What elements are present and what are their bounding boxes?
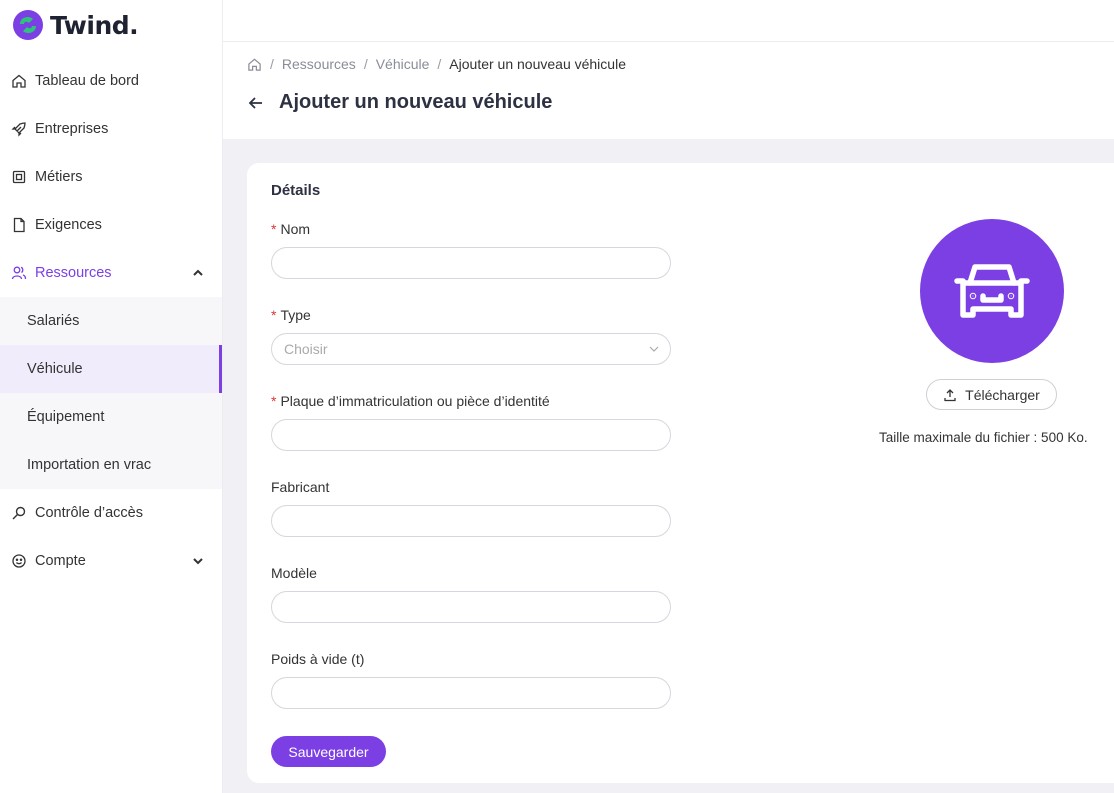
breadcrumb-current: Ajouter un nouveau véhicule bbox=[449, 56, 626, 72]
sidebar-item-metiers[interactable]: Métiers bbox=[0, 153, 222, 201]
sidebar-item-controle-acces[interactable]: Contrôle d’accès bbox=[0, 489, 222, 537]
field-label: * Type bbox=[271, 307, 311, 323]
field-label: Poids à vide (t) bbox=[271, 651, 365, 667]
home-icon[interactable] bbox=[247, 57, 262, 72]
sidebar-item-ressources[interactable]: Ressources bbox=[0, 249, 222, 297]
nom-input[interactable] bbox=[271, 247, 671, 279]
max-file-size-text: Taille maximale du fichier : 500 Ko. bbox=[879, 430, 1088, 445]
sidebar-subitem-label: Équipement bbox=[27, 409, 105, 425]
sidebar-item-label: Entreprises bbox=[35, 121, 109, 137]
fabricant-input[interactable] bbox=[271, 505, 671, 537]
sidebar-item-exigences[interactable]: Exigences bbox=[0, 201, 222, 249]
twind-logo-icon bbox=[13, 10, 43, 40]
upload-button-label: Télécharger bbox=[965, 386, 1040, 403]
field-poids: Poids à vide (t) bbox=[271, 651, 671, 709]
field-label: Modèle bbox=[271, 565, 317, 581]
field-type: * Type Choisir bbox=[271, 307, 671, 365]
main-content: Détails * Nom * Type Choisir * Plaque d’imm… bbox=[223, 139, 1114, 793]
car-icon bbox=[954, 264, 1030, 318]
sidebar-item-label: Exigences bbox=[35, 217, 102, 233]
breadcrumb-separator: / bbox=[363, 56, 368, 72]
sidebar-subitem-label: Salariés bbox=[27, 313, 80, 329]
sidebar-item-compte[interactable]: Compte bbox=[0, 537, 222, 585]
poids-input[interactable] bbox=[271, 677, 671, 709]
field-plaque: * Plaque d’immatriculation ou pièce d’ide… bbox=[271, 393, 671, 451]
smiley-icon bbox=[12, 554, 26, 568]
sidebar-item-label: Métiers bbox=[35, 169, 83, 185]
breadcrumb-vehicule[interactable]: Véhicule bbox=[376, 56, 430, 72]
rocket-icon bbox=[11, 122, 26, 137]
sidebar-subitem-importation-en-vrac[interactable]: Importation en vrac bbox=[0, 441, 222, 489]
breadcrumb-separator: / bbox=[270, 56, 274, 72]
sidebar-subitem-vehicule[interactable]: Véhicule bbox=[0, 345, 222, 393]
app-name: Twind. bbox=[50, 10, 139, 40]
users-icon bbox=[11, 266, 27, 280]
title-row: Ajouter un nouveau véhicule bbox=[247, 91, 552, 114]
plaque-input[interactable] bbox=[271, 419, 671, 451]
required-marker: * bbox=[271, 221, 277, 237]
breadcrumb: / Ressources / Véhicule / Ajouter un nou… bbox=[247, 56, 626, 72]
field-nom: * Nom bbox=[271, 221, 671, 279]
required-marker: * bbox=[271, 307, 277, 323]
chevron-up-icon bbox=[193, 269, 203, 276]
field-label: * Plaque d’immatriculation ou pièce d’ide… bbox=[271, 393, 550, 409]
field-label: Fabricant bbox=[271, 479, 330, 495]
field-modele: Modèle bbox=[271, 565, 671, 623]
sidebar-subitem-salaries[interactable]: Salariés bbox=[0, 297, 222, 345]
required-marker: * bbox=[271, 393, 277, 409]
chevron-down-icon bbox=[649, 346, 659, 352]
sidebar-nav: Tableau de bord Entreprises Métiers Exig… bbox=[0, 57, 222, 585]
sidebar-item-tableau-de-bord[interactable]: Tableau de bord bbox=[0, 57, 222, 105]
sidebar-item-label: Compte bbox=[35, 553, 86, 569]
sidebar-item-label: Contrôle d’accès bbox=[35, 505, 143, 521]
arrow-left-icon[interactable] bbox=[247, 94, 265, 112]
key-icon bbox=[12, 506, 26, 520]
sidebar-item-label: Ressources bbox=[35, 265, 112, 281]
save-button[interactable]: Sauvegarder bbox=[271, 736, 386, 767]
home-icon bbox=[12, 74, 26, 88]
sidebar-item-entreprises[interactable]: Entreprises bbox=[0, 105, 222, 153]
breadcrumb-ressources[interactable]: Ressources bbox=[282, 56, 356, 72]
sidebar: Twind. Tableau de bord Entreprises Métie… bbox=[0, 0, 223, 793]
page-title: Ajouter un nouveau véhicule bbox=[279, 91, 553, 113]
upload-button[interactable]: Télécharger bbox=[926, 379, 1057, 410]
type-select-placeholder: Choisir bbox=[284, 341, 328, 357]
page-header: / Ressources / Véhicule / Ajouter un nou… bbox=[223, 42, 1114, 139]
sidebar-subitem-label: Véhicule bbox=[27, 361, 83, 377]
sidebar-subitem-equipement[interactable]: Équipement bbox=[0, 393, 222, 441]
section-title: Détails bbox=[271, 182, 321, 199]
top-bar bbox=[223, 0, 1114, 42]
type-select[interactable]: Choisir bbox=[271, 333, 671, 365]
clipboard-icon bbox=[12, 170, 26, 184]
field-fabricant: Fabricant bbox=[271, 479, 671, 537]
details-card: Détails * Nom * Type Choisir * Plaque d’imm… bbox=[247, 163, 1114, 783]
field-label: * Nom bbox=[271, 221, 311, 237]
breadcrumb-separator: / bbox=[437, 56, 442, 72]
sidebar-item-label: Tableau de bord bbox=[35, 73, 139, 89]
chevron-down-icon bbox=[193, 558, 203, 565]
upload-icon bbox=[944, 388, 956, 401]
document-icon bbox=[13, 217, 25, 233]
app-logo[interactable]: Twind. bbox=[12, 8, 139, 42]
sidebar-subitem-label: Importation en vrac bbox=[27, 457, 152, 473]
vehicle-avatar bbox=[920, 219, 1064, 363]
modele-input[interactable] bbox=[271, 591, 671, 623]
ressources-subnav: Salariés Véhicule Équipement Importation… bbox=[0, 297, 222, 489]
